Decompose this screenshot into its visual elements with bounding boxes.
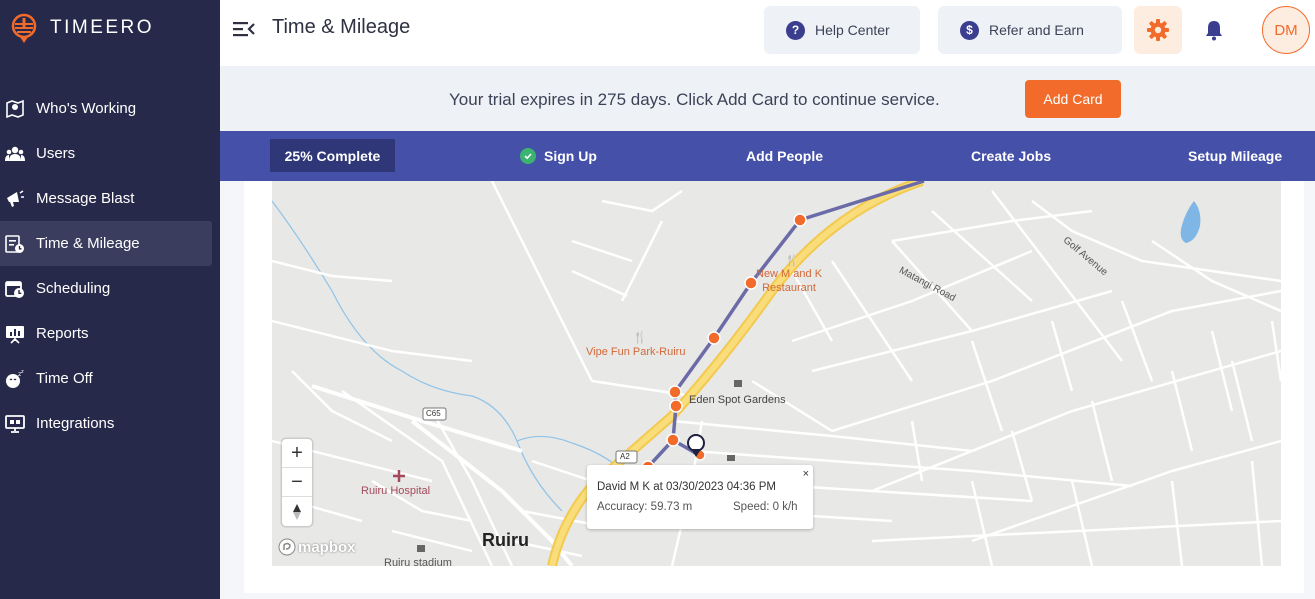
step-setup-mileage[interactable]: Setup Mileage [1188,148,1282,164]
sidebar: TIMEERO Who's Working Users Message Blas… [0,0,220,599]
app-name: TIMEERO [50,17,155,38]
map-pin-icon [4,98,26,120]
mileage-map[interactable]: 🍴 🍴 New M and K Restaurant Vipe Fun Park… [272,181,1281,566]
map-label-hospital: Ruiru Hospital [361,485,431,497]
compass-reset-button[interactable] [282,497,312,526]
compass-icon [293,503,301,520]
road-shield-c65: C65 [426,409,441,418]
bell-icon[interactable] [1202,18,1226,42]
step-label: Create Jobs [971,148,1052,164]
map-label-line: Restaurant [762,282,816,294]
sidebar-item-time-off[interactable]: zz Time Off [0,356,212,401]
question-circle-icon: ? [786,20,805,40]
zoom-in-button[interactable]: + [282,439,312,468]
sidebar-item-label: Reports [36,325,89,342]
map-label-park: Vipe Fun Park-Ruiru [586,346,686,358]
svg-text:🍴: 🍴 [785,254,799,267]
popup-speed: Speed: 0 k/h [733,501,798,513]
sidebar-item-integrations[interactable]: Integrations [0,401,212,446]
monitor-integrations-icon [4,413,26,435]
svg-text:z: z [21,369,24,375]
zoom-out-button[interactable]: − [282,468,312,497]
sidebar-item-message-blast[interactable]: Message Blast [0,176,212,221]
megaphone-icon [4,188,26,210]
collapse-menu-icon[interactable] [232,18,256,40]
step-create-jobs[interactable]: Create Jobs [971,148,1051,164]
onboarding-progress-bar: 25% Complete Sign Up Add People Create J… [220,131,1315,181]
mapbox-label: mapbox [298,538,356,556]
trial-message: Your trial expires in 275 days. Click Ad… [449,90,940,109]
sidebar-item-label: Integrations [36,415,115,432]
map-label-line: New M and K [756,268,823,280]
sidebar-item-scheduling[interactable]: Scheduling [0,266,212,311]
settings-button[interactable] [1134,6,1182,54]
calendar-clock-icon [4,278,26,300]
timesheet-icon [4,233,26,255]
gear-icon [1147,19,1169,41]
map-label-stadium: Ruiru stadium [384,557,452,566]
page-title: Time & Mileage [272,16,411,38]
time-off-icon: zz [4,368,26,390]
refer-and-earn-label: Refer and Earn [989,22,1084,38]
dollar-circle-icon: $ [960,20,979,40]
sidebar-item-label: Message Blast [36,190,135,207]
map-label-town: Ruiru [482,530,529,550]
sidebar-item-users[interactable]: Users [0,131,212,176]
zoom-control: + − [282,439,312,526]
popup-accuracy: Accuracy: 59.73 m [597,501,693,513]
sidebar-item-whos-working[interactable]: Who's Working [0,86,212,131]
refer-and-earn-button[interactable]: $ Refer and Earn [938,6,1122,54]
location-popup: × David M K at 03/30/2023 04:36 PM Accur… [587,465,813,529]
mapbox-icon [278,538,296,556]
mapbox-logo[interactable]: mapbox [278,538,356,556]
help-center-label: Help Center [815,22,890,38]
brand[interactable]: TIMEERO [10,12,154,44]
road-shield-a2: A2 [620,452,630,461]
presentation-chart-icon [4,323,26,345]
check-circle-icon [520,148,536,164]
timeero-logo-icon [11,13,37,43]
sidebar-item-label: Users [36,145,76,162]
sidebar-item-label: Time Off [36,370,93,387]
sidebar-nav: Who's Working Users Message Blast Time &… [0,86,220,446]
sidebar-item-reports[interactable]: Reports [0,311,212,356]
map-label-gardens: Eden Spot Gardens [689,394,786,406]
sidebar-item-label: Who's Working [36,100,137,117]
step-sign-up[interactable]: Sign Up [520,148,597,164]
step-add-people[interactable]: Add People [746,148,823,164]
step-label: Add People [746,148,824,164]
popup-title: David M K at 03/30/2023 04:36 PM [597,481,776,493]
sidebar-item-time-mileage[interactable]: Time & Mileage [0,221,212,266]
step-label: Setup Mileage [1188,148,1283,164]
close-icon[interactable]: × [803,468,809,480]
progress-percent: 25% Complete [270,139,395,172]
top-header: Time & Mileage ? Help Center $ Refer and… [220,0,1315,66]
sidebar-item-label: Scheduling [36,280,111,297]
sidebar-item-label: Time & Mileage [36,235,140,252]
trial-banner: Your trial expires in 275 days. Click Ad… [220,66,1315,131]
help-center-button[interactable]: ? Help Center [764,6,920,54]
svg-text:🍴: 🍴 [633,331,647,344]
avatar[interactable]: DM [1262,6,1310,54]
users-icon [4,143,26,165]
add-card-button[interactable]: Add Card [1025,80,1121,118]
map-label-restaurant: New M and K Restaurant [756,267,822,295]
step-label: Sign Up [544,148,597,164]
